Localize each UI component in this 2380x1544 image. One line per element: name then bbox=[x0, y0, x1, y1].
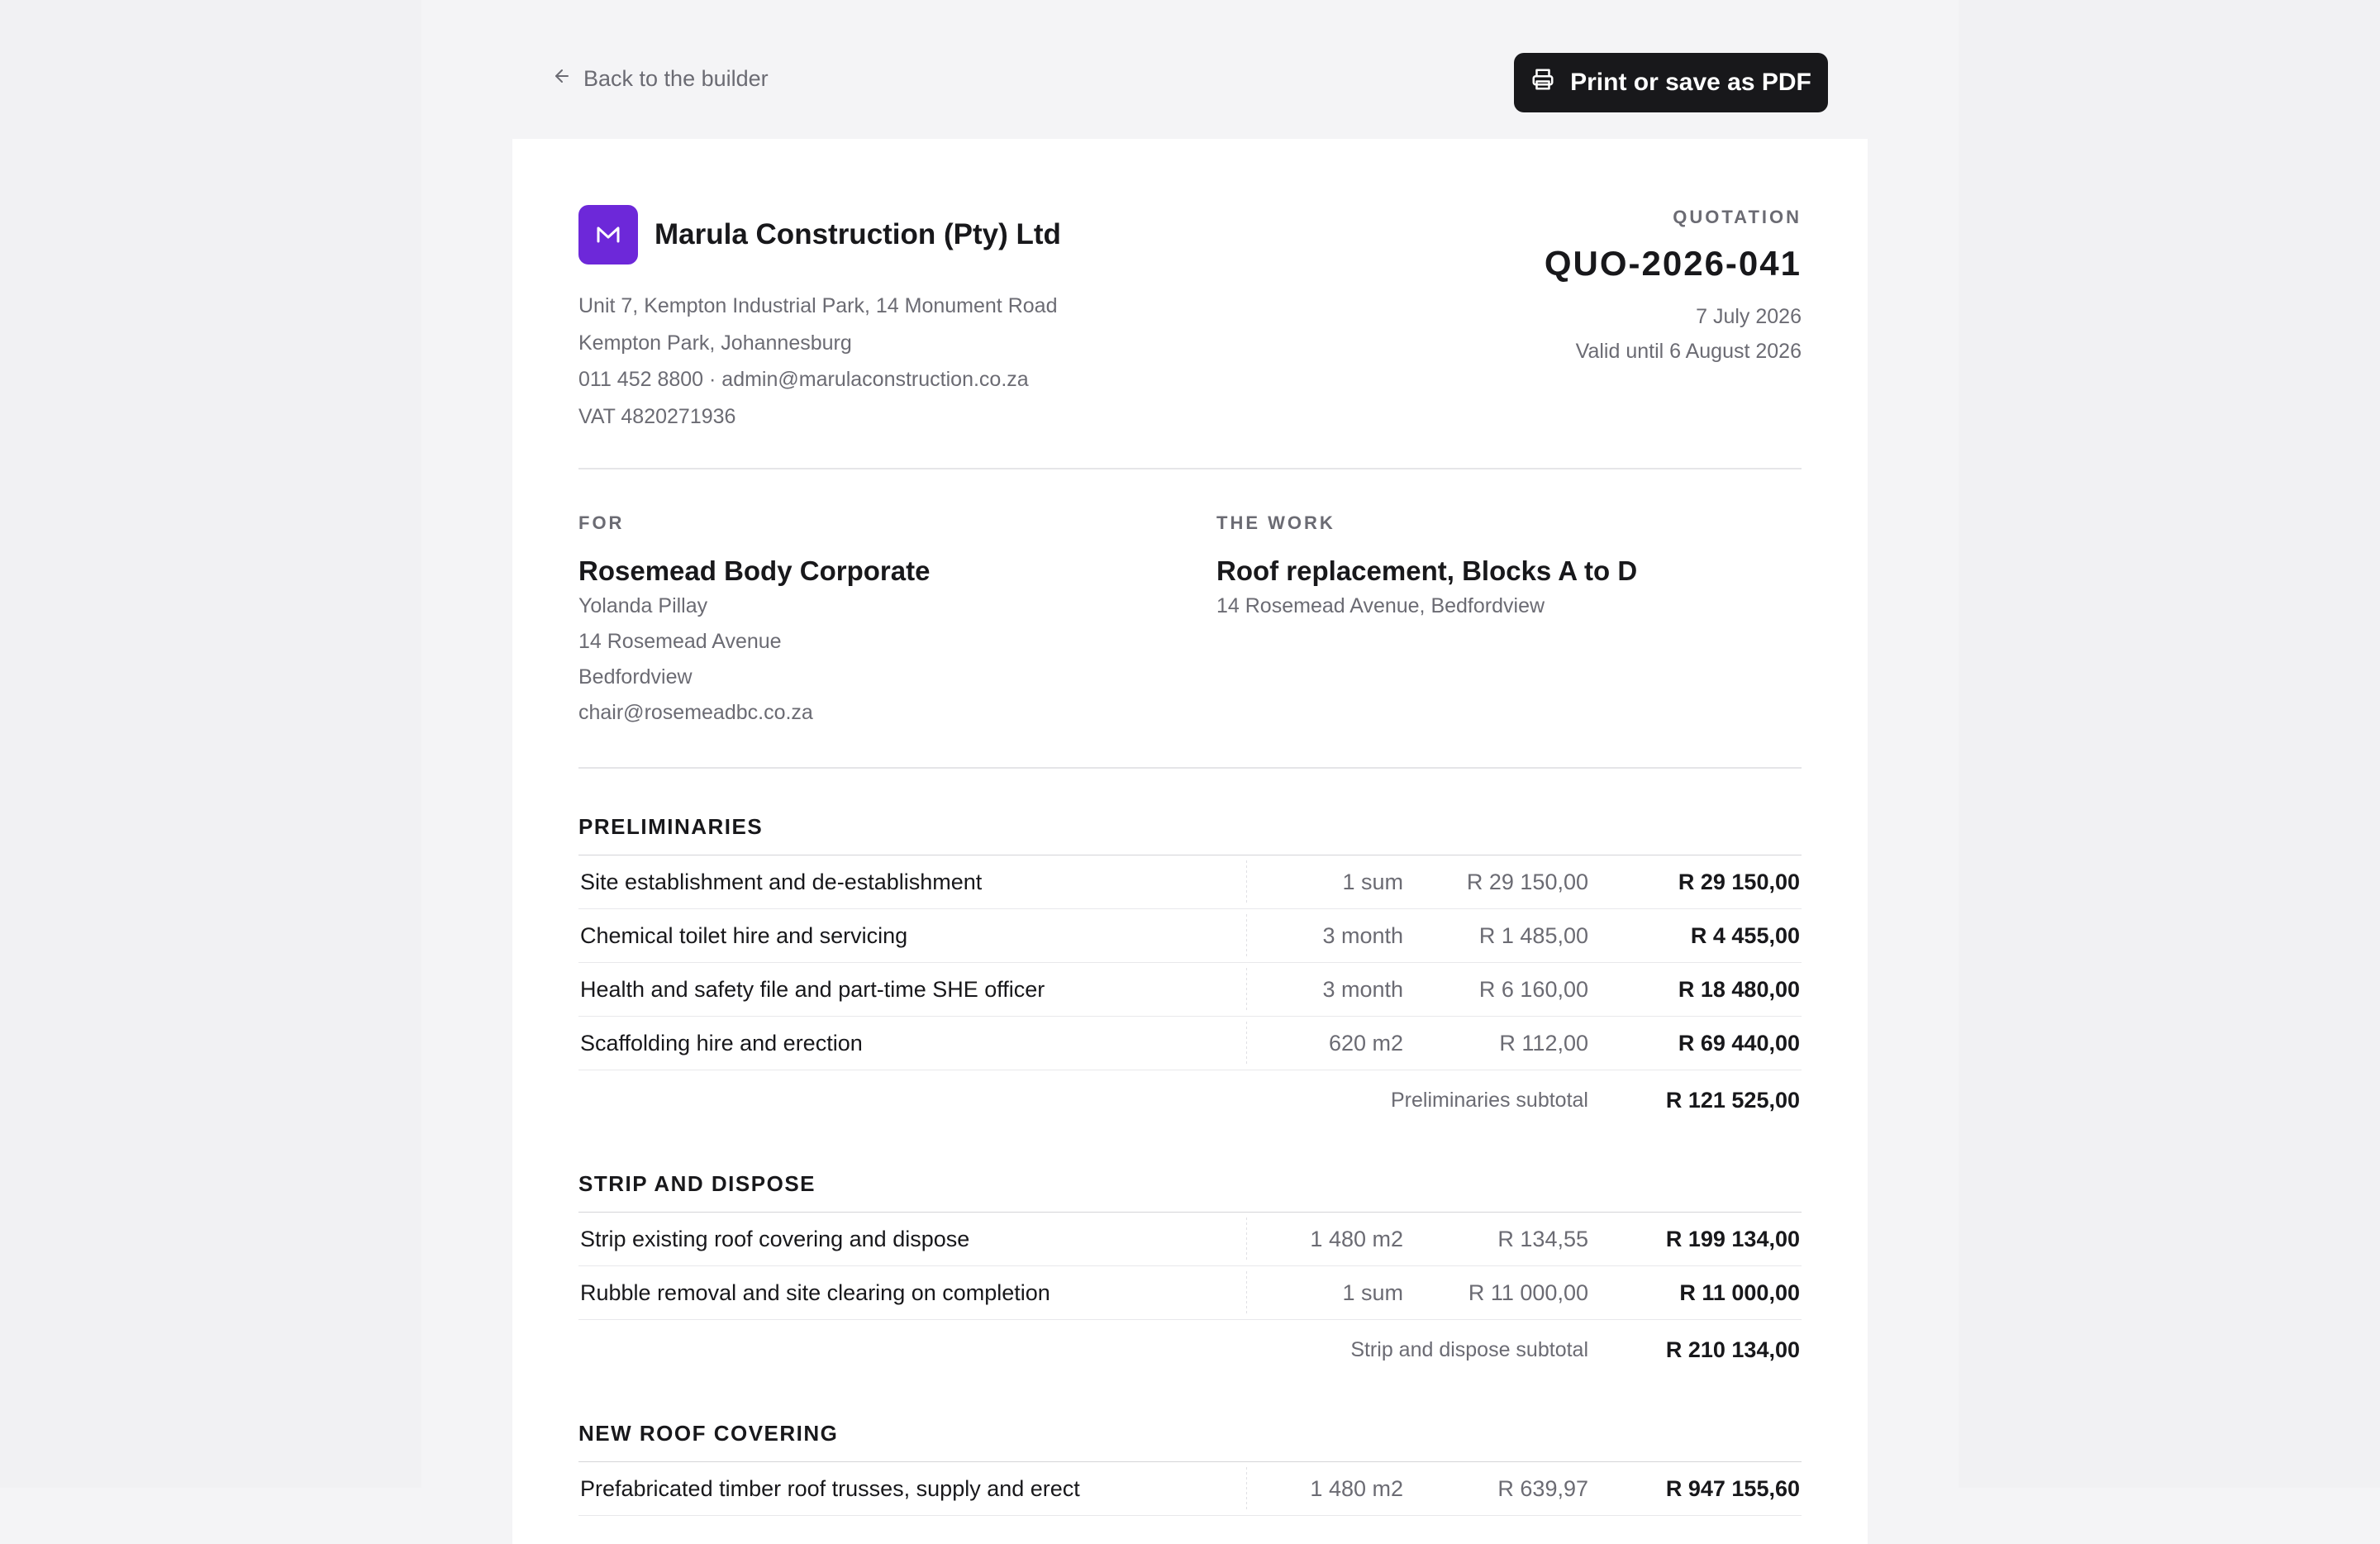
column-separator bbox=[1246, 968, 1247, 1011]
left-margin bbox=[0, 0, 421, 1488]
section-preliminaries: PRELIMINARIES Site establishment and de-… bbox=[578, 813, 1802, 1130]
section-subtotal: Preliminaries subtotal R 121 525,00 bbox=[578, 1070, 1802, 1130]
right-margin bbox=[1959, 0, 2380, 1488]
quote-date: 7 July 2026 bbox=[1696, 305, 1802, 328]
line-item-row: Strip existing roof covering and dispose… bbox=[578, 1213, 1802, 1266]
client-name: Rosemead Body Corporate bbox=[578, 555, 931, 586]
line-item-amount: R 4 455,00 bbox=[1690, 923, 1800, 948]
line-item-description: Strip existing roof covering and dispose bbox=[580, 1227, 970, 1251]
line-item-amount: R 11 000,00 bbox=[1679, 1280, 1800, 1305]
client-contact-person: Yolanda Pillay bbox=[578, 594, 708, 617]
line-item-description: Scaffolding hire and erection bbox=[580, 1031, 863, 1056]
line-item-quantity: 1 sum bbox=[1342, 870, 1403, 894]
top-bar: Back to the builder Print or save as PDF bbox=[512, 53, 1828, 112]
print-pdf-button[interactable]: Print or save as PDF bbox=[1514, 53, 1828, 112]
line-item-quantity: 1 480 m2 bbox=[1310, 1227, 1403, 1251]
quote-label: QUOTATION bbox=[1673, 207, 1802, 227]
line-item-rate: R 134,55 bbox=[1497, 1227, 1588, 1251]
company-vat: VAT 4820271936 bbox=[578, 404, 736, 428]
column-separator bbox=[1246, 1271, 1247, 1314]
line-item-description: Prefabricated timber roof trusses, suppl… bbox=[580, 1476, 1080, 1501]
line-item-row: Health and safety file and part-time SHE… bbox=[578, 963, 1802, 1017]
work-block: THE WORK Roof replacement, Blocks A to D… bbox=[1216, 511, 1795, 624]
print-button-label: Print or save as PDF bbox=[1570, 69, 1811, 96]
line-item-description: Health and safety file and part-time SHE… bbox=[580, 977, 1045, 1002]
company-address-line-1: Unit 7, Kempton Industrial Park, 14 Monu… bbox=[578, 294, 1058, 317]
line-item-quantity: 620 m2 bbox=[1328, 1031, 1403, 1056]
subtotal-value: R 210 134,00 bbox=[1665, 1337, 1800, 1362]
parties-divider bbox=[578, 767, 1802, 769]
back-to-builder-link[interactable]: Back to the builder bbox=[552, 66, 769, 92]
back-link-label: Back to the builder bbox=[583, 66, 769, 91]
section-title: STRIP AND DISPOSE bbox=[578, 1171, 816, 1196]
printer-icon bbox=[1530, 67, 1555, 98]
quotation-sheet: Marula Construction (Pty) Ltd Unit 7, Ke… bbox=[512, 139, 1868, 1544]
line-item-rate: R 1 485,00 bbox=[1478, 923, 1588, 948]
company-address: Unit 7, Kempton Industrial Park, 14 Monu… bbox=[578, 288, 1057, 435]
line-item-rate: R 639,97 bbox=[1497, 1476, 1588, 1501]
quote-meta: QUOTATION QUO-2026-041 7 July 2026 Valid… bbox=[1306, 205, 1802, 369]
line-item-rate: R 29 150,00 bbox=[1466, 870, 1588, 894]
section-title: NEW ROOF COVERING bbox=[578, 1421, 839, 1446]
line-item-row: Scaffolding hire and erection 620 m2 R 1… bbox=[578, 1017, 1802, 1070]
header-divider bbox=[578, 468, 1802, 469]
work-label: THE WORK bbox=[1216, 512, 1335, 533]
line-item-row: Rubble removal and site clearing on comp… bbox=[578, 1266, 1802, 1320]
line-item-row: Prefabricated timber roof trusses, suppl… bbox=[578, 1462, 1802, 1516]
company-contact: 011 452 8800 · admin@marulaconstruction.… bbox=[578, 368, 1029, 391]
line-item-quantity: 3 month bbox=[1322, 923, 1403, 948]
company-address-line-2: Kempton Park, Johannesburg bbox=[578, 331, 852, 355]
line-item-amount: R 29 150,00 bbox=[1678, 870, 1800, 894]
section-new-roof-covering: NEW ROOF COVERING Prefabricated timber r… bbox=[578, 1420, 1802, 1516]
line-item-quantity: 3 month bbox=[1322, 977, 1403, 1002]
section-subtotal: Strip and dispose subtotal R 210 134,00 bbox=[578, 1320, 1802, 1380]
subtotal-value: R 121 525,00 bbox=[1665, 1088, 1800, 1113]
line-item-row: Chemical toilet hire and servicing 3 mon… bbox=[578, 909, 1802, 963]
line-item-description: Site establishment and de-establishment bbox=[580, 870, 983, 894]
line-item-description: Chemical toilet hire and servicing bbox=[580, 923, 908, 948]
work-location: 14 Rosemead Avenue, Bedfordview bbox=[1216, 594, 1545, 617]
subtotal-label: Strip and dispose subtotal bbox=[1350, 1338, 1588, 1361]
column-separator bbox=[1246, 860, 1247, 903]
line-item-description: Rubble removal and site clearing on comp… bbox=[580, 1280, 1050, 1305]
client-block: FOR Rosemead Body Corporate Yolanda Pill… bbox=[578, 511, 1157, 731]
line-item-rate: R 112,00 bbox=[1499, 1031, 1588, 1056]
client-email: chair@rosemeadbc.co.za bbox=[578, 701, 813, 724]
m-logo-icon bbox=[597, 226, 620, 243]
client-street: 14 Rosemead Avenue bbox=[578, 630, 782, 653]
arrow-left-icon bbox=[552, 66, 572, 92]
client-suburb: Bedfordview bbox=[578, 665, 693, 689]
line-item-rate: R 6 160,00 bbox=[1478, 977, 1588, 1002]
line-item-amount: R 18 480,00 bbox=[1678, 977, 1800, 1002]
line-item-amount: R 69 440,00 bbox=[1678, 1031, 1800, 1056]
line-item-quantity: 1 480 m2 bbox=[1310, 1476, 1403, 1501]
quote-number: QUO-2026-041 bbox=[1544, 244, 1802, 283]
client-label: FOR bbox=[578, 512, 625, 533]
line-item-amount: R 199 134,00 bbox=[1665, 1227, 1800, 1251]
line-item-quantity: 1 sum bbox=[1342, 1280, 1403, 1305]
line-item-row: Site establishment and de-establishment … bbox=[578, 855, 1802, 909]
section-title: PRELIMINARIES bbox=[578, 814, 764, 839]
quote-valid-until: Valid until 6 August 2026 bbox=[1575, 340, 1802, 363]
work-title: Roof replacement, Blocks A to D bbox=[1216, 555, 1638, 586]
column-separator bbox=[1246, 1467, 1247, 1510]
column-separator bbox=[1246, 1022, 1247, 1065]
line-item-rate: R 11 000,00 bbox=[1468, 1280, 1588, 1305]
column-separator bbox=[1246, 914, 1247, 957]
section-strip-and-dispose: STRIP AND DISPOSE Strip existing roof co… bbox=[578, 1170, 1802, 1380]
company-name: Marula Construction (Pty) Ltd bbox=[654, 218, 1061, 250]
company-logo bbox=[578, 205, 638, 264]
column-separator bbox=[1246, 1218, 1247, 1260]
line-item-amount: R 947 155,60 bbox=[1665, 1476, 1800, 1501]
subtotal-label: Preliminaries subtotal bbox=[1391, 1089, 1588, 1112]
